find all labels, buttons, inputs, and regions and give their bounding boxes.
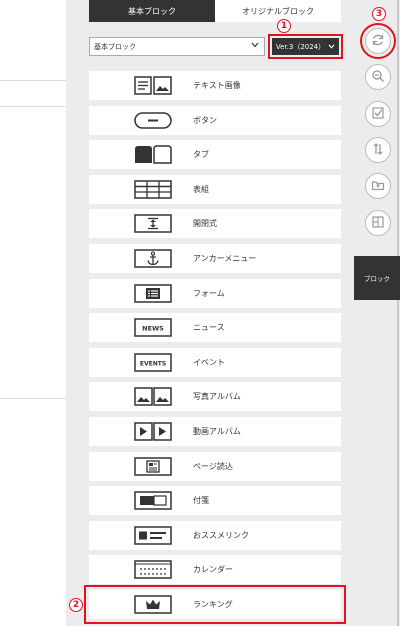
block-item-label: 写真アルバム — [193, 392, 241, 402]
block-preset-value: 基本ブロック — [94, 42, 136, 51]
page-load-icon — [134, 456, 172, 476]
canvas-divider — [0, 106, 66, 107]
block-item-label: おススメリンク — [193, 530, 249, 540]
form-icon — [134, 283, 172, 303]
events-icon-text: EVENTS — [140, 360, 166, 367]
block-item-form[interactable]: フォーム — [89, 278, 341, 308]
block-item-label: 開閉式 — [193, 219, 217, 229]
version-value: Ver.3（2024） — [275, 42, 326, 51]
news-icon-text: NEWS — [142, 325, 164, 333]
block-tabs: 基本ブロック オリジナルブロック — [89, 0, 341, 22]
photo-album-icon — [134, 387, 172, 407]
accordion-icon — [134, 214, 172, 234]
table-icon — [134, 180, 172, 199]
block-item-news[interactable]: NEWS ニュース — [89, 313, 341, 343]
canvas-divider — [0, 80, 66, 81]
block-item-recommend-link[interactable]: おススメリンク — [89, 520, 341, 550]
annotation-marker-2: 2 — [69, 598, 83, 612]
events-icon: EVENTS — [134, 353, 172, 372]
block-item-calendar[interactable]: カレンダー — [89, 555, 341, 585]
block-panel: 基本ブロック オリジナルブロック 基本ブロック 1 Ver.3（2024） テキ… — [66, 0, 358, 626]
block-item-ranking[interactable]: ランキング — [84, 584, 346, 624]
video-album-icon — [134, 422, 172, 441]
block-item-label: ランキング — [193, 599, 233, 609]
block-item-button[interactable]: ボタン — [89, 105, 341, 135]
checklist-button[interactable] — [365, 101, 391, 127]
chevron-down-icon — [328, 44, 335, 49]
zoom-button[interactable] — [365, 64, 391, 90]
block-item-label: イベント — [193, 357, 225, 367]
block-item-events[interactable]: EVENTS イベント — [89, 347, 341, 377]
chevron-down-icon — [251, 42, 259, 50]
sort-icon — [371, 141, 385, 160]
zoom-icon — [371, 68, 385, 87]
recommend-link-icon — [134, 525, 172, 545]
layout-button[interactable] — [365, 210, 391, 236]
anchor-icon — [134, 249, 172, 268]
block-item-photo-album[interactable]: 写真アルバム — [89, 382, 341, 412]
sort-button[interactable] — [365, 137, 391, 163]
canvas-divider — [0, 398, 66, 399]
block-item-label: カレンダー — [193, 565, 233, 575]
button-icon — [134, 111, 172, 130]
block-item-video-album[interactable]: 動画アルバム — [89, 416, 341, 446]
scrollbar[interactable] — [397, 0, 399, 626]
annotation-marker-3: 3 — [372, 7, 386, 21]
block-item-label: 付箋 — [193, 496, 209, 506]
annotation-marker-1: 1 — [277, 19, 291, 33]
sticky-note-icon — [134, 491, 172, 510]
block-side-tab[interactable]: ブロック — [354, 256, 400, 300]
block-item-label: タブ — [193, 150, 209, 160]
block-item-accordion[interactable]: 開閉式 — [89, 209, 341, 239]
folder-button[interactable] — [365, 173, 391, 199]
tab-icon — [134, 145, 172, 164]
calendar-icon — [134, 560, 172, 580]
news-icon: NEWS — [134, 318, 172, 337]
block-preset-select[interactable]: 基本ブロック — [89, 37, 265, 56]
block-list: テキスト画像 ボタン タブ 表組 開閉式 アンカーメニュー フォーム NEWS … — [84, 71, 346, 625]
text-image-icon — [134, 76, 172, 95]
block-item-table[interactable]: 表組 — [89, 174, 341, 204]
right-toolbar: 3 ブロック — [354, 0, 400, 626]
block-item-label: ページ読込 — [193, 461, 233, 471]
block-item-text-image[interactable]: テキスト画像 — [89, 71, 341, 100]
block-item-label: フォーム — [193, 288, 225, 298]
block-item-label: ニュース — [193, 323, 225, 333]
version-select[interactable]: Ver.3（2024） — [268, 34, 343, 59]
block-item-label: アンカーメニュー — [193, 253, 257, 263]
block-item-page-load[interactable]: ページ読込 — [89, 451, 341, 481]
checklist-icon — [371, 105, 385, 124]
block-item-label: 動画アルバム — [193, 426, 241, 436]
tab-original-blocks[interactable]: オリジナルブロック — [215, 0, 341, 22]
folder-icon — [371, 177, 385, 196]
layout-icon — [371, 214, 385, 233]
block-item-label: ボタン — [193, 115, 217, 125]
tab-basic-blocks[interactable]: 基本ブロック — [89, 0, 215, 22]
block-item-tab[interactable]: タブ — [89, 140, 341, 170]
block-item-sticky-note[interactable]: 付箋 — [89, 486, 341, 516]
block-item-label: テキスト画像 — [193, 81, 241, 90]
refresh-icon — [371, 32, 385, 51]
block-item-label: 表組 — [193, 184, 209, 194]
crown-icon — [134, 595, 172, 614]
block-item-anchor-menu[interactable]: アンカーメニュー — [89, 243, 341, 273]
refresh-button[interactable] — [360, 23, 396, 59]
